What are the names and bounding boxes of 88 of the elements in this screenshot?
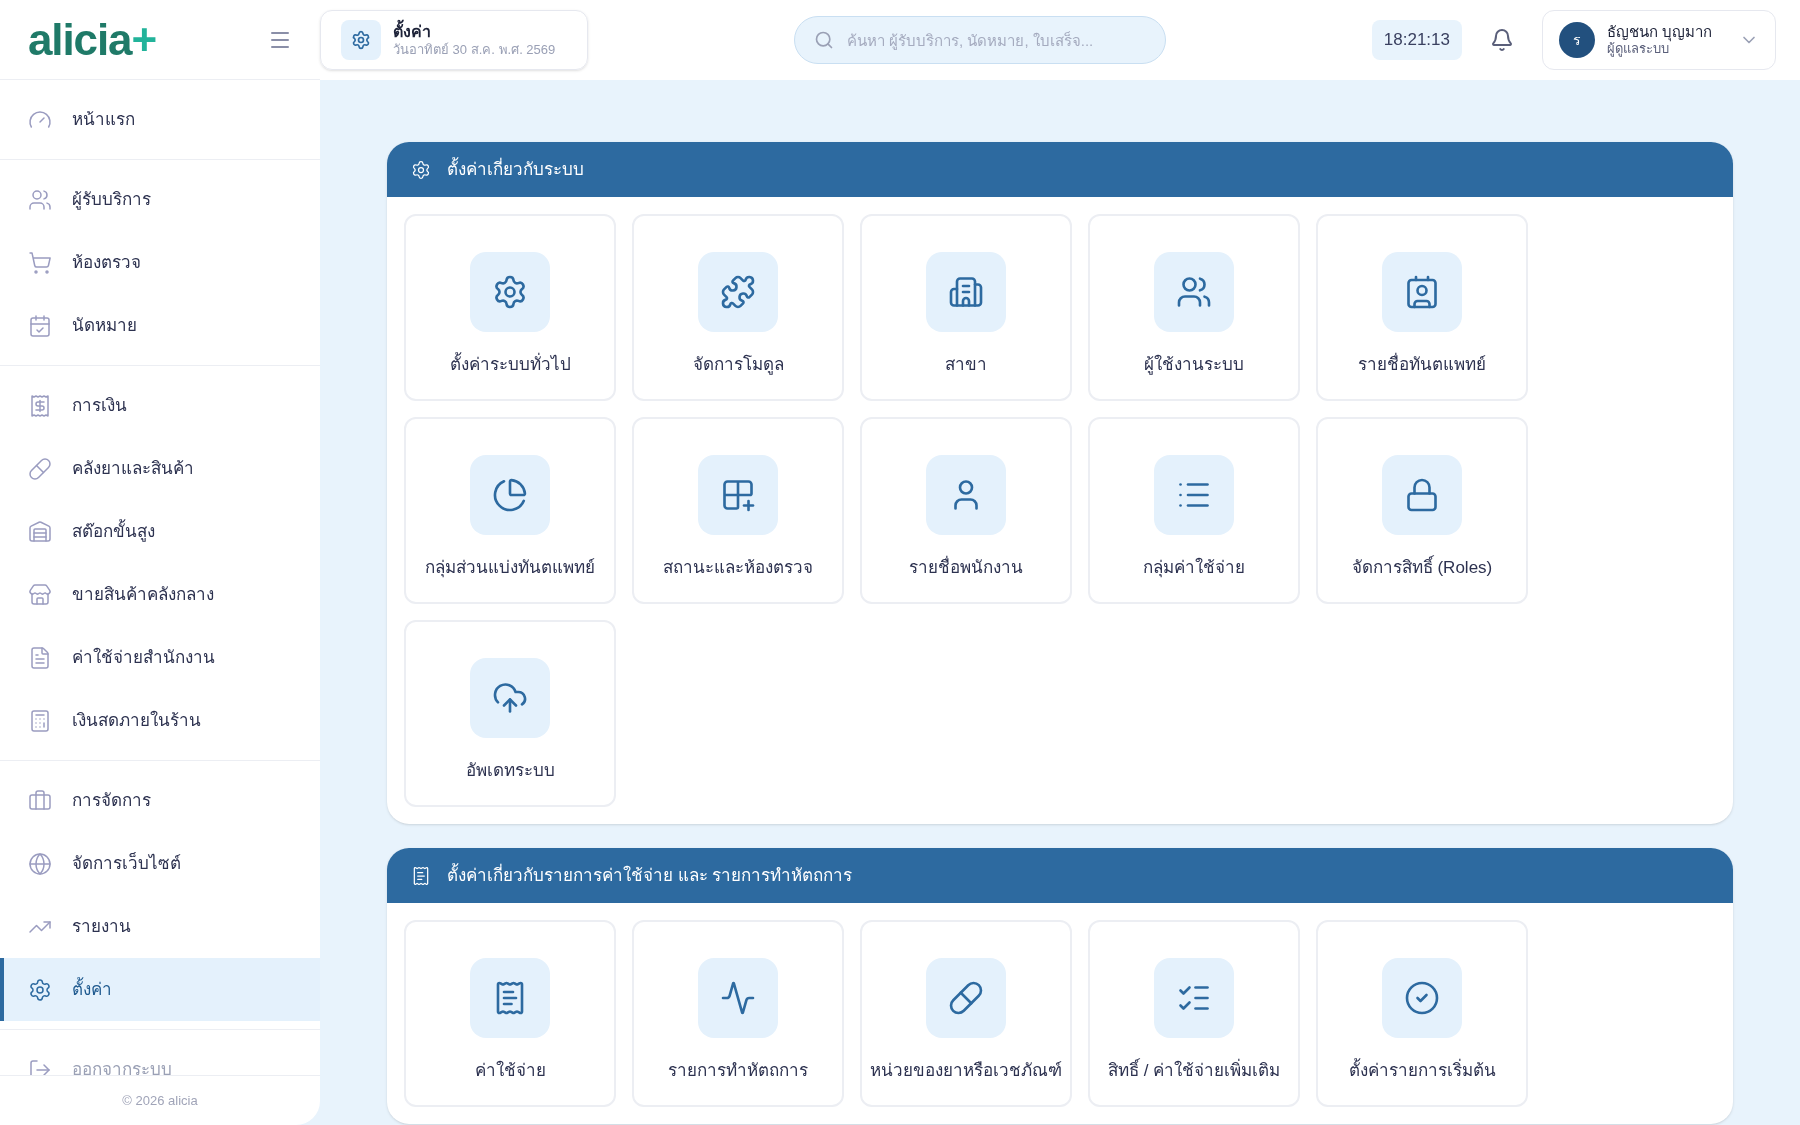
settings-tile[interactable]: จัดการโมดูล bbox=[632, 214, 844, 401]
briefcase-icon bbox=[28, 788, 52, 813]
avatar: ร bbox=[1559, 22, 1595, 58]
tile-label: สถานะและห้องตรวจ bbox=[663, 557, 813, 579]
settings-tile[interactable]: สาขา bbox=[860, 214, 1072, 401]
receipt-icon bbox=[28, 393, 52, 418]
tile-label: จัดการโมดูล bbox=[692, 353, 784, 377]
clock: 18:21:13 bbox=[1371, 20, 1462, 60]
sidebar-item[interactable]: นัดหมาย bbox=[0, 294, 320, 357]
tile-label: รายชื่อพนักงาน bbox=[909, 555, 1023, 581]
tile-label: กลุ่มค่าใช้จ่าย bbox=[1143, 556, 1245, 580]
puzzle-icon bbox=[720, 274, 756, 310]
sidebar-item[interactable]: คลังยาและสินค้า bbox=[0, 437, 320, 500]
page-title: ตั้งค่า bbox=[393, 21, 556, 42]
copyright: © 2026 alicia bbox=[0, 1075, 320, 1125]
tile-label: สิทธิ์ / ค่าใช้จ่ายเพิ่มเติม bbox=[1107, 1058, 1281, 1084]
settings-tile[interactable]: กลุ่มค่าใช้จ่าย bbox=[1088, 417, 1300, 604]
section-title: ตั้งค่าเกี่ยวกับระบบ bbox=[447, 156, 584, 181]
settings-tile[interactable]: ผู้ใช้งานระบบ bbox=[1088, 214, 1300, 401]
sidebar-item[interactable]: รายงาน bbox=[0, 895, 320, 958]
calendar-icon bbox=[28, 313, 52, 338]
settings-tile[interactable]: ตั้งค่ารายการเริ่มต้น bbox=[1316, 920, 1528, 1107]
receipt-icon bbox=[411, 865, 431, 886]
search-icon bbox=[813, 30, 834, 50]
calculator-icon bbox=[28, 708, 52, 733]
sidebar-item[interactable]: การเงิน bbox=[0, 374, 320, 437]
tile-label: จัดการสิทธิ์ (Roles) bbox=[1351, 555, 1493, 581]
bell-icon[interactable] bbox=[1490, 28, 1514, 52]
settings-icon bbox=[411, 159, 431, 180]
search-field[interactable]: ค้นหา ผู้รับบริการ, นัดหมาย, ใบเสร็จ... bbox=[793, 16, 1166, 64]
tile-label: รายชื่อทันตแพทย์ bbox=[1358, 352, 1486, 378]
settings-tile[interactable]: สิทธิ์ / ค่าใช้จ่ายเพิ่มเติม bbox=[1088, 920, 1300, 1107]
tile-label: ตั้งค่าระบบทั่วไป bbox=[449, 352, 571, 378]
cloud-upload-icon bbox=[492, 680, 528, 716]
sidebar-item[interactable]: ค่าใช้จ่ายสำนักงาน bbox=[0, 626, 320, 689]
user-name: ธัญชนก บุญมาก bbox=[1607, 22, 1714, 42]
id-card-icon bbox=[1404, 274, 1440, 310]
tile-label: รายการทำหัตถการ bbox=[668, 1060, 808, 1082]
settings-tile[interactable]: จัดการสิทธิ์ (Roles) bbox=[1316, 417, 1528, 604]
sidebar-item[interactable]: จัดการเว็บไซต์ bbox=[0, 832, 320, 895]
pill-icon bbox=[28, 456, 52, 481]
logo: alicia+ bbox=[28, 17, 157, 62]
settings-tile[interactable]: รายชื่อทันตแพทย์ bbox=[1316, 214, 1528, 401]
check-circle-icon bbox=[1404, 980, 1440, 1016]
settings-tile[interactable]: รายชื่อพนักงาน bbox=[860, 417, 1072, 604]
tile-label: ค่าใช้จ่าย bbox=[474, 1059, 546, 1082]
sidebar-item[interactable]: ขายสินค้าคลังกลาง bbox=[0, 563, 320, 626]
tile-label: กลุ่มส่วนแบ่งทันตแพทย์ bbox=[425, 557, 595, 580]
globe-icon bbox=[28, 851, 52, 876]
sidebar-item[interactable]: ตั้งค่า bbox=[0, 958, 320, 1021]
document-icon bbox=[28, 645, 52, 670]
user-menu[interactable]: ร ธัญชนก บุญมาก ผู้ดูแลระบบ bbox=[1542, 10, 1776, 70]
page-date: วันอาทิตย์ 30 ส.ค. พ.ศ. 2569 bbox=[393, 41, 556, 59]
sidebar-item[interactable]: ผู้รับบริการ bbox=[0, 168, 320, 231]
building-icon bbox=[948, 274, 984, 310]
cart-icon bbox=[28, 250, 52, 275]
settings-tile[interactable]: อัพเดทระบบ bbox=[404, 620, 616, 807]
settings-tile[interactable]: ค่าใช้จ่าย bbox=[404, 920, 616, 1107]
lock-icon bbox=[1404, 477, 1440, 513]
tile-label: ตั้งค่ารายการเริ่มต้น bbox=[1348, 1058, 1496, 1084]
store-icon bbox=[28, 582, 52, 607]
sidebar-item[interactable]: เงินสดภายในร้าน bbox=[0, 689, 320, 752]
sidebar-item[interactable]: หน้าแรก bbox=[0, 88, 320, 151]
pulse-icon bbox=[720, 980, 756, 1016]
tile-label: หน่วยของยาหรือเวชภัณฑ์ bbox=[870, 1060, 1062, 1082]
grid-plus-icon bbox=[720, 477, 756, 513]
settings-icon bbox=[28, 977, 52, 1002]
user-role: ผู้ดูแลระบบ bbox=[1607, 41, 1669, 58]
tile-label: ผู้ใช้งานระบบ bbox=[1144, 353, 1244, 377]
settings-tile[interactable]: สถานะและห้องตรวจ bbox=[632, 417, 844, 604]
settings-tile[interactable]: หน่วยของยาหรือเวชภัณฑ์ bbox=[860, 920, 1072, 1107]
settings-tile[interactable]: กลุ่มส่วนแบ่งทันตแพทย์ bbox=[404, 417, 616, 604]
tile-label: สาขา bbox=[945, 354, 987, 376]
users-icon bbox=[1176, 274, 1212, 310]
sidebar-item[interactable]: การจัดการ bbox=[0, 769, 320, 832]
settings-icon bbox=[492, 274, 528, 310]
tile-label: อัพเดทระบบ bbox=[465, 760, 555, 782]
settings-icon bbox=[351, 30, 371, 50]
settings-tile[interactable]: รายการทำหัตถการ bbox=[632, 920, 844, 1107]
pill-icon bbox=[948, 980, 984, 1016]
warehouse-icon bbox=[28, 519, 52, 544]
users-icon bbox=[28, 187, 52, 212]
settings-tile[interactable]: ตั้งค่าระบบทั่วไป bbox=[404, 214, 616, 401]
logout-icon bbox=[28, 1057, 52, 1075]
pie-chart-icon bbox=[492, 477, 528, 513]
sidebar-item[interactable]: ห้องตรวจ bbox=[0, 231, 320, 294]
section-title: ตั้งค่าเกี่ยวกับรายการค่าใช้จ่าย และ รายการทำหัตถการ bbox=[447, 862, 853, 887]
sidebar-item[interactable]: สต๊อกขั้นสูง bbox=[0, 500, 320, 563]
